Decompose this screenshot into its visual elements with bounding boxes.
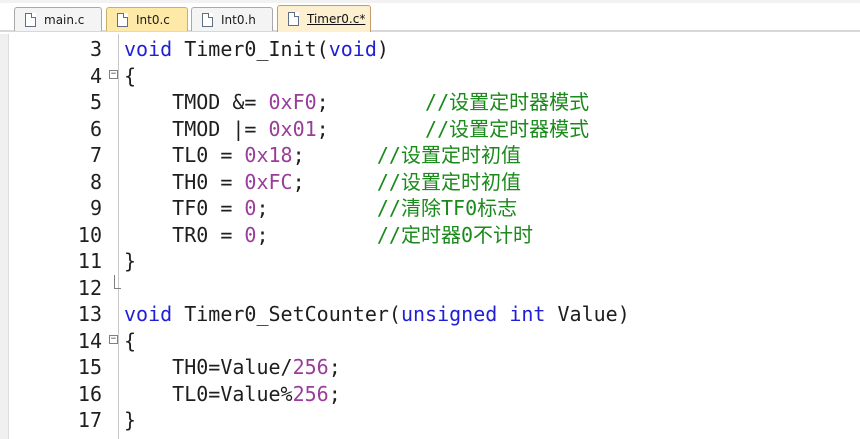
tab-label: Timer0.c* [307,12,366,26]
code-line[interactable]: 9 TF0 = 0; //清除TF0标志 [0,195,860,221]
code-line[interactable]: 6 TMOD |= 0x01; //设置定时器模式 [0,116,860,142]
code-line[interactable]: 17} [0,407,860,433]
code-text: { [124,328,137,353]
tab-bar-top-divider [0,0,860,3]
tab-label: Int0.c [136,12,170,27]
code-line[interactable]: 8 TH0 = 0xFC; //设置定时初值 [0,169,860,195]
code-line[interactable]: 3 void Timer0_Init(void) [0,36,860,62]
code-text: TMOD |= 0x01; //设置定时器模式 [124,116,590,141]
code-line[interactable]: 11} [0,248,860,274]
tab-label: main.c [44,12,85,27]
code-line[interactable]: 13 void Timer0_SetCounter(unsigned int Va… [0,301,860,327]
code-line[interactable]: 4−{ [0,63,860,89]
line-number: 6 [89,116,102,141]
code-text: TF0 = 0; //清除TF0标志 [124,196,518,220]
code-line[interactable]: 5 TMOD &= 0xF0; //设置定时器模式 [0,89,860,115]
line-number: 3 [89,37,102,61]
code-line[interactable]: 14−{ [0,328,860,354]
fold-toggle-icon[interactable]: − [109,69,118,79]
code-line[interactable]: 7 TL0 = 0x18; //设置定时初值 [0,142,860,168]
tab-int0-c[interactable]: Int0.c [106,7,188,31]
code-line[interactable]: 16 TL0=Value%256; [0,381,860,407]
line-number: 17 [77,408,102,432]
tab-main-c[interactable]: main.c [14,7,102,31]
file-icon [25,12,36,27]
code-text: TR0 = 0; //定时器0不计时 [124,222,534,247]
fold-end-marker [114,274,121,289]
code-line[interactable]: 10 TR0 = 0; //定时器0不计时 [0,222,860,248]
line-number: 5 [89,90,102,114]
tab-label: Int0.h [221,12,256,27]
code-text: void Timer0_SetCounter(unsigned int Valu… [124,302,630,326]
code-editor[interactable]: 3 void Timer0_Init(void) 4−{5 TMOD &= 0xF0… [0,34,860,439]
line-number: 4 [89,63,102,88]
line-number: 15 [77,355,102,379]
code-line[interactable]: 12 [0,274,860,301]
code-text: { [124,63,137,88]
code-text: } [124,249,137,273]
line-number: 7 [89,143,102,167]
code-text: } [124,408,137,432]
fold-toggle-icon[interactable]: − [109,334,118,344]
line-number: 10 [77,222,102,247]
line-number: 16 [77,381,102,406]
line-number: 11 [77,249,102,273]
editor-tab-bar: main.c Int0.c Int0.h Timer0.c* [0,0,860,34]
code-text: TL0 = 0x18; //设置定时初值 [124,143,521,167]
line-number: 12 [77,275,102,300]
code-text: TH0=Value/256; [124,355,341,379]
file-icon [202,12,213,27]
code-text: TH0 = 0xFC; //设置定时初值 [124,169,521,194]
line-number: 13 [77,302,102,326]
file-icon [117,12,128,27]
tab-timer0-c[interactable]: Timer0.c* [277,5,371,32]
line-number: 8 [89,169,102,194]
file-icon [288,12,299,26]
line-number: 9 [89,196,102,220]
code-text: void Timer0_Init(void) [124,37,389,61]
code-line[interactable]: 15 TH0=Value/256; [0,354,860,380]
tab-int0-h[interactable]: Int0.h [191,7,273,31]
code-text: TMOD &= 0xF0; //设置定时器模式 [124,90,590,114]
line-number: 14 [77,328,102,353]
code-text: TL0=Value%256; [124,381,341,406]
